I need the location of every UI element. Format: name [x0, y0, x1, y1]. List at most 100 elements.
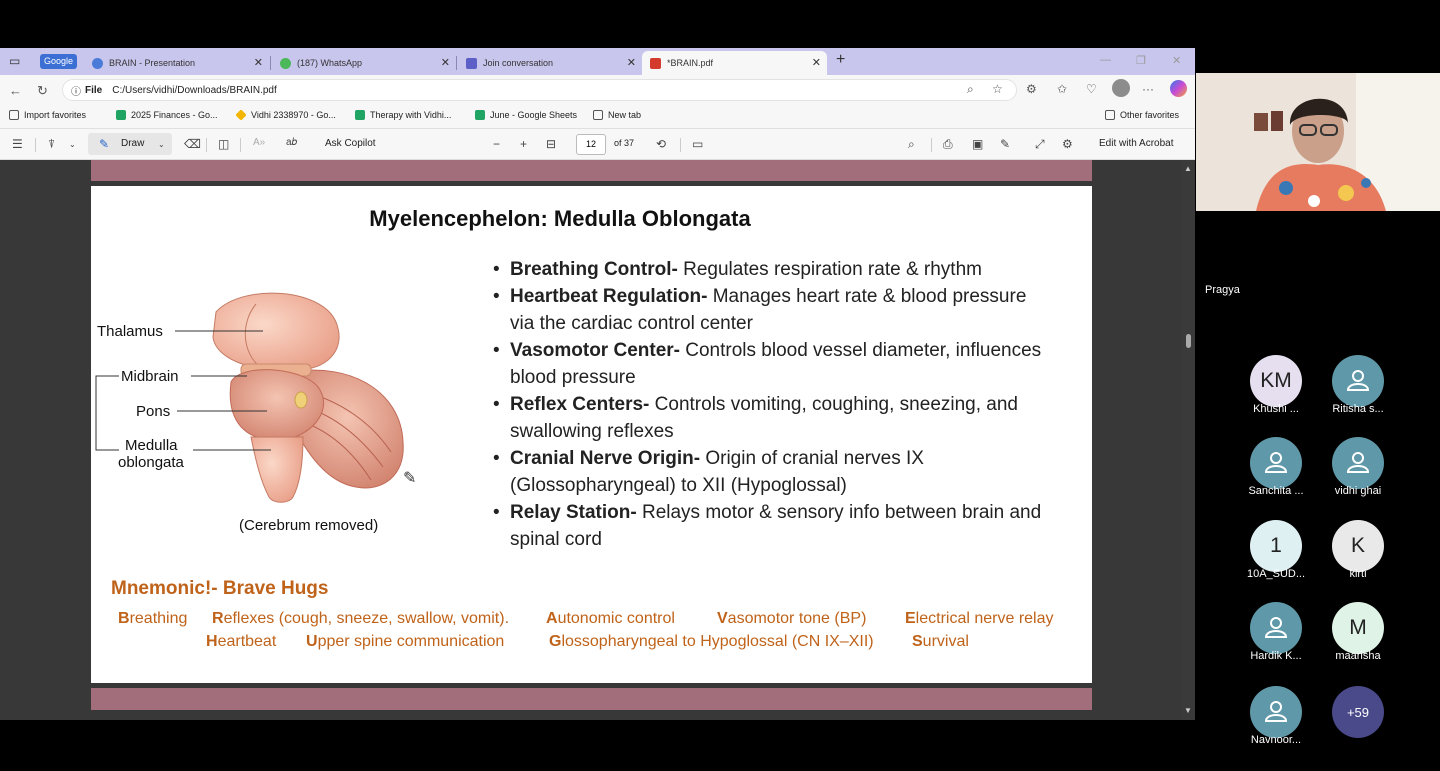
fav-vidhi[interactable]: Vidhi 2338970 - Go... — [235, 109, 336, 121]
midbrain-label: Midbrain — [121, 368, 179, 385]
bullet-item: Reflex Centers- Controls vomiting, cough… — [493, 391, 1053, 445]
mnemonic-item: Glossopharyngeal to Hypoglossal (CN IX–X… — [549, 633, 874, 650]
participant-avatar[interactable]: 1 — [1250, 520, 1302, 572]
fullscreen-icon[interactable]: ⤢ — [1035, 137, 1045, 152]
url-field[interactable]: ⓘ File C:/Users/vidhi/Downloads/BRAIN.pd… — [62, 79, 1017, 101]
participant-name: 10A_SUD... — [1246, 568, 1306, 580]
participant-name: Sanchita ... — [1248, 485, 1304, 497]
previous-page-edge — [91, 160, 1092, 181]
tab-label: *BRAIN.pdf — [667, 58, 714, 68]
minimize-icon[interactable]: — — [1100, 54, 1111, 66]
fav-label: Vidhi 2338970 - Go... — [251, 110, 336, 120]
mnemonic-item: Electrical nerve relay — [905, 610, 1054, 627]
participant-avatar[interactable]: KM — [1250, 355, 1302, 407]
participant-avatar[interactable] — [1250, 686, 1302, 738]
search-icon[interactable]: ⌕ — [967, 82, 974, 97]
participant-avatar[interactable] — [1332, 355, 1384, 407]
edit-with-acrobat-button[interactable]: Edit with Acrobat — [1099, 138, 1173, 149]
contents-icon[interactable]: ☰ — [12, 137, 23, 151]
save-icon[interactable]: ▣ — [972, 137, 983, 151]
tab-group-badge[interactable]: Google — [40, 54, 78, 69]
scroll-down-icon[interactable]: ▼ — [1184, 706, 1192, 715]
fav-2025-finances[interactable]: 2025 Finances - Go... — [116, 110, 218, 120]
fit-page-icon[interactable]: ⊟ — [546, 137, 556, 151]
presenter-name: Pragya — [1205, 284, 1240, 296]
zoom-in-icon[interactable]: + — [520, 137, 527, 151]
participant-avatar[interactable] — [1250, 437, 1302, 489]
participant-avatar[interactable] — [1332, 437, 1384, 489]
refresh-icon[interactable]: ↻ — [37, 83, 48, 99]
favorites-icon[interactable]: ✩ — [1057, 82, 1067, 96]
tab-actions-icon[interactable]: ▭ — [9, 54, 20, 68]
page-number-input[interactable]: 12 — [576, 134, 606, 155]
save-as-icon[interactable]: ✎ — [1000, 137, 1010, 151]
read-aloud-icon[interactable]: A» — [253, 137, 265, 148]
scroll-thumb[interactable] — [1186, 334, 1191, 348]
fav-therapy[interactable]: Therapy with Vidhi... — [355, 110, 451, 120]
medulla-label: Medulla — [125, 437, 178, 454]
two-page-icon[interactable]: ▭ — [692, 137, 703, 151]
window-close-icon[interactable]: ✕ — [1172, 54, 1181, 67]
participant-avatar[interactable] — [1250, 602, 1302, 654]
bullet-item: Vasomotor Center- Controls blood vessel … — [493, 337, 1053, 391]
vertical-scrollbar[interactable]: ▲ ▼ — [1181, 160, 1195, 720]
close-icon[interactable]: ✕ — [254, 56, 263, 69]
mnemonic-title: Mnemonic!- Brave Hugs — [111, 578, 329, 599]
ask-copilot-button[interactable]: Ask Copilot — [325, 138, 376, 149]
print-icon[interactable]: ⎙ — [943, 137, 953, 152]
mnemonic-item: Vasomotor tone (BP) — [717, 610, 867, 627]
tab-join-conversation[interactable]: Join conversation ✕ — [458, 51, 642, 75]
pdf-toolbar: ☰ ⍒ ⌄ ✎ Draw ⌄ ⌫ ◫ A» a𝑏 Ask Copilot − +… — [0, 129, 1195, 160]
page-view-icon[interactable]: ◫ — [218, 137, 229, 151]
eraser-icon[interactable]: ⌫ — [184, 137, 201, 151]
browser-window: ▭ Google BRAIN - Presentation ✕ (187) Wh… — [0, 48, 1195, 720]
close-icon[interactable]: ✕ — [627, 56, 636, 69]
tab-whatsapp[interactable]: (187) WhatsApp ✕ — [272, 51, 456, 75]
tab-brain-pdf[interactable]: *BRAIN.pdf ✕ — [642, 51, 827, 75]
close-icon[interactable]: ✕ — [441, 56, 450, 69]
import-favorites-link[interactable]: Import favorites — [9, 110, 86, 120]
close-icon[interactable]: ✕ — [812, 56, 821, 69]
back-icon[interactable]: ← — [9, 83, 22, 98]
tab-bar: ▭ Google BRAIN - Presentation ✕ (187) Wh… — [0, 48, 1195, 75]
other-favorites[interactable]: Other favorites — [1105, 110, 1179, 120]
chevron-down-icon[interactable]: ⌄ — [158, 140, 165, 149]
profile-avatar[interactable] — [1112, 79, 1130, 97]
draw-label: Draw — [121, 138, 145, 149]
pen-cursor-icon: ✎ — [403, 470, 417, 487]
new-tab-icon[interactable]: + — [836, 51, 845, 69]
favorite-star-icon[interactable]: ☆ — [992, 82, 1003, 96]
restore-icon[interactable]: ❐ — [1136, 54, 1146, 67]
participant-avatar[interactable]: M — [1332, 602, 1384, 654]
participant-name: Hardik K... — [1250, 650, 1302, 662]
zoom-out-icon[interactable]: − — [493, 137, 500, 151]
url-text: C:/Users/vidhi/Downloads/BRAIN.pdf — [112, 84, 277, 96]
more-menu-icon[interactable]: ··· — [1142, 82, 1154, 96]
fav-label: Therapy with Vidhi... — [370, 110, 452, 120]
settings-icon[interactable]: ⚙ — [1062, 137, 1073, 151]
rotate-icon[interactable]: ⟲ — [656, 137, 666, 151]
page-total: of 37 — [614, 138, 635, 148]
chevron-down-icon[interactable]: ⌄ — [69, 140, 76, 149]
participant-name: vidhi ghai — [1334, 485, 1382, 497]
scheme-label: File — [85, 84, 103, 96]
highlight-icon[interactable]: ⍒ — [48, 137, 55, 152]
browser-essentials-icon[interactable]: ♡ — [1086, 82, 1097, 96]
fav-new-tab[interactable]: New tab — [593, 110, 641, 120]
copilot-icon[interactable] — [1170, 80, 1187, 97]
tab-presentation[interactable]: BRAIN - Presentation ✕ — [84, 51, 269, 75]
fav-june-sheets[interactable]: June - Google Sheets — [475, 110, 577, 120]
more-participants-button[interactable]: +59 — [1332, 686, 1384, 738]
new-tab-page-icon — [593, 110, 603, 120]
participant-initials: K — [1350, 534, 1365, 557]
participant-initials: +59 — [1346, 704, 1370, 720]
sheets-icon — [475, 110, 485, 120]
translate-icon[interactable]: a𝑏 — [286, 137, 297, 148]
scroll-up-icon[interactable]: ▲ — [1184, 164, 1192, 173]
search-icon[interactable]: ⌕ — [908, 137, 915, 152]
extensions-icon[interactable]: ⚙ — [1026, 82, 1037, 96]
participant-avatar[interactable]: K — [1332, 520, 1384, 572]
bullet-list: Breathing Control- Regulates respiration… — [493, 256, 1053, 553]
address-bar: ← ↻ ⓘ File C:/Users/vidhi/Downloads/BRAI… — [0, 75, 1195, 105]
person-icon — [1264, 452, 1288, 473]
